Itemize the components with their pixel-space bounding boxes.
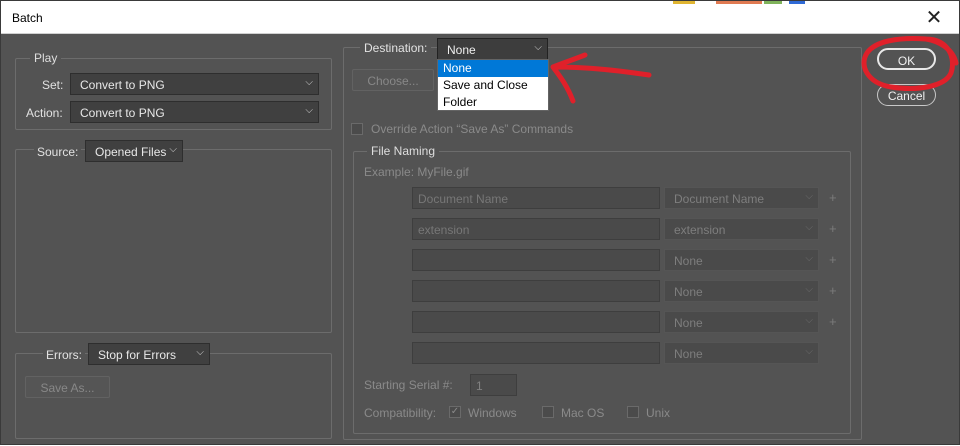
plus-icon[interactable]: + xyxy=(829,221,837,236)
naming-select-6[interactable]: None ⌵ xyxy=(664,342,819,364)
batch-dialog: Batch ✕ Play Set: Convert to PNG ⌵ Actio… xyxy=(0,0,960,445)
example-label: Example: MyFile.gif xyxy=(364,165,469,179)
title-bar: Batch ✕ xyxy=(1,1,959,34)
destination-select[interactable]: None ⌵ xyxy=(437,38,548,60)
naming-select-1[interactable]: Document Name ⌵ xyxy=(664,187,819,209)
source-value: Opened Files xyxy=(95,145,167,159)
override-label: Override Action “Save As” Commands xyxy=(371,122,574,136)
naming-select-value: None xyxy=(674,285,703,299)
errors-select[interactable]: Stop for Errors ⌵ xyxy=(88,343,210,365)
naming-select-2[interactable]: extension ⌵ xyxy=(664,218,819,240)
serial-input[interactable]: 1 xyxy=(470,374,517,396)
naming-select-3[interactable]: None ⌵ xyxy=(664,249,819,271)
source-select[interactable]: Opened Files ⌵ xyxy=(85,140,183,162)
choose-button[interactable]: Choose... xyxy=(352,69,434,91)
chevron-down-icon: ⌵ xyxy=(196,347,204,358)
naming-select-4[interactable]: None ⌵ xyxy=(664,280,819,302)
chevron-down-icon: ⌵ xyxy=(169,144,177,155)
chevron-down-icon: ⌵ xyxy=(805,222,813,233)
windows-label: Windows xyxy=(468,406,517,420)
background-app-strip xyxy=(673,1,695,4)
naming-field-4[interactable] xyxy=(412,280,660,302)
background-app-strip xyxy=(789,1,805,4)
destination-label: Destination: xyxy=(360,41,432,55)
naming-select-value: Document Name xyxy=(674,192,765,206)
naming-field-5[interactable] xyxy=(412,311,660,333)
chevron-down-icon: ⌵ xyxy=(305,105,313,116)
chevron-down-icon: ⌵ xyxy=(805,284,813,295)
unix-label: Unix xyxy=(646,406,671,420)
action-label: Action: xyxy=(26,106,63,120)
macos-label: Mac OS xyxy=(561,406,605,420)
chevron-down-icon: ⌵ xyxy=(805,315,813,326)
background-app-strip xyxy=(716,1,762,4)
close-icon[interactable]: ✕ xyxy=(923,6,945,28)
dropdown-option-folder[interactable]: Folder xyxy=(438,94,548,111)
naming-field-3[interactable] xyxy=(412,249,660,271)
set-value: Convert to PNG xyxy=(80,78,165,92)
errors-label: Errors: xyxy=(43,348,85,362)
file-naming-legend: File Naming xyxy=(367,144,440,158)
errors-value: Stop for Errors xyxy=(98,348,177,362)
chevron-down-icon: ⌵ xyxy=(534,42,542,53)
plus-icon[interactable]: + xyxy=(829,190,837,205)
serial-label: Starting Serial #: xyxy=(364,378,453,392)
set-label: Set: xyxy=(42,78,64,92)
action-value: Convert to PNG xyxy=(80,106,165,120)
naming-select-5[interactable]: None ⌵ xyxy=(664,311,819,333)
play-legend: Play xyxy=(30,51,62,65)
check-icon: ✓ xyxy=(450,406,460,417)
destination-dropdown-list: None Save and Close Folder xyxy=(437,59,549,111)
chevron-down-icon: ⌵ xyxy=(805,346,813,357)
naming-select-value: None xyxy=(674,254,703,268)
chevron-down-icon: ⌵ xyxy=(805,191,813,202)
override-checkbox[interactable] xyxy=(351,123,363,135)
dropdown-option-save-and-close[interactable]: Save and Close xyxy=(438,77,548,94)
destination-value: None xyxy=(447,43,476,57)
cancel-button[interactable]: Cancel xyxy=(877,84,936,106)
unix-checkbox[interactable] xyxy=(627,406,639,418)
macos-checkbox[interactable] xyxy=(542,406,554,418)
action-select[interactable]: Convert to PNG ⌵ xyxy=(70,101,319,123)
ok-button[interactable]: OK xyxy=(877,48,936,70)
plus-icon[interactable]: + xyxy=(829,283,837,298)
windows-checkbox[interactable]: ✓ xyxy=(449,406,461,418)
source-group xyxy=(15,149,332,333)
plus-icon[interactable]: + xyxy=(829,314,837,329)
naming-select-value: None xyxy=(674,316,703,330)
naming-select-value: None xyxy=(674,347,703,361)
naming-select-value: extension xyxy=(674,223,726,237)
background-app-strip xyxy=(764,1,782,4)
plus-icon[interactable]: + xyxy=(829,252,837,267)
naming-field-1[interactable]: Document Name xyxy=(412,187,660,209)
chevron-down-icon: ⌵ xyxy=(305,77,313,88)
compatibility-label: Compatibility: xyxy=(364,406,437,420)
window-title: Batch xyxy=(12,11,43,25)
naming-field-2[interactable]: extension xyxy=(412,218,660,240)
naming-field-6[interactable] xyxy=(412,342,660,364)
save-as-button[interactable]: Save As... xyxy=(25,376,110,398)
chevron-down-icon: ⌵ xyxy=(805,253,813,264)
dropdown-option-none[interactable]: None xyxy=(438,60,548,77)
set-select[interactable]: Convert to PNG ⌵ xyxy=(70,73,319,95)
source-label: Source: xyxy=(34,145,82,159)
